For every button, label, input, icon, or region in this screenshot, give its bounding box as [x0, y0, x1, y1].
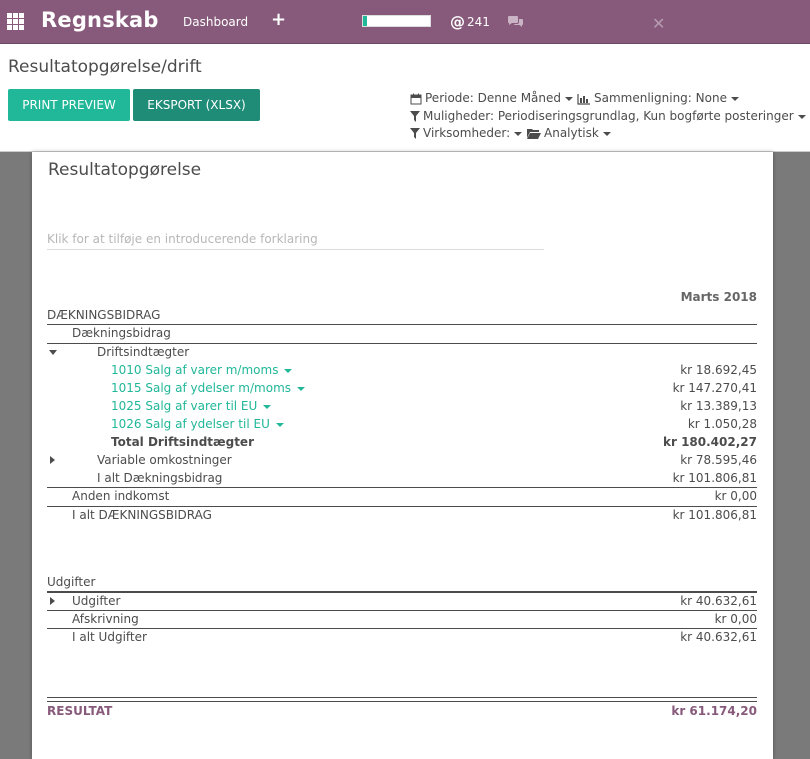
report-line-driftsindtaegter[interactable]: Driftsindtægter	[47, 343, 757, 360]
line-value: kr 0,00	[714, 489, 757, 503]
account-link[interactable]: 1026 Salg af ydelser til EU	[111, 417, 270, 431]
bar-chart-icon	[577, 93, 590, 105]
line-label[interactable]: Udgifter	[72, 594, 120, 608]
virksomheder-label: Virksomheder:	[423, 126, 511, 140]
report-title: Resultatopgørelse	[48, 160, 202, 180]
line-label: I alt DÆKNINGSBIDRAG	[72, 508, 212, 522]
column-header-period: Marts 2018	[680, 290, 757, 304]
filter-icon	[410, 111, 420, 122]
chevron-down-icon[interactable]	[275, 422, 284, 427]
top-navbar: Regnskab Dashboard + @ 241 ✕	[0, 0, 810, 44]
chevron-down-icon[interactable]	[297, 386, 306, 391]
apps-menu-icon[interactable]	[7, 13, 24, 30]
line-value: kr 0,00	[714, 612, 757, 626]
onboarding-progress-bar[interactable]	[362, 15, 431, 27]
app-title[interactable]: Regnskab	[41, 8, 159, 32]
mention-count[interactable]: 241	[467, 15, 490, 29]
analytisk-label: Analytisk	[544, 126, 599, 140]
report-line-resultat: RESULTAT kr 61.174,20	[47, 703, 757, 720]
line-value: kr 13.389,13	[680, 399, 757, 413]
export-xlsx-button[interactable]: EKSPORT (XLSX)	[133, 89, 260, 121]
sammenligning-filter-dropdown[interactable]: Sammenligning: None	[577, 91, 739, 105]
periode-label: Periode: Denne Måned	[425, 91, 562, 105]
line-label: Udgifter	[47, 575, 96, 589]
periode-filter-dropdown[interactable]: Periode: Denne Måned	[410, 91, 574, 105]
chevron-down-icon[interactable]	[263, 404, 272, 409]
expand-caret-icon[interactable]	[50, 597, 55, 605]
chevron-down-icon	[797, 114, 806, 119]
quick-create-plus-icon[interactable]: +	[271, 9, 286, 30]
chevron-down-icon	[602, 131, 611, 136]
close-icon[interactable]: ✕	[652, 14, 665, 33]
report-line-account[interactable]: 1026 Salg af ydelser til EU kr 1.050,28	[47, 416, 757, 433]
report-line-subtotal: I alt Dækningsbidrag kr 101.806,81	[47, 470, 757, 487]
report-line-variable-omkostninger[interactable]: Variable omkostninger kr 78.595,46	[47, 452, 757, 469]
report-line-group: Dækningsbidrag	[47, 324, 757, 341]
report-sheet: Resultatopgørelse Klik for at tilføje en…	[32, 152, 773, 759]
account-link[interactable]: 1025 Salg af varer til EU	[111, 399, 257, 413]
line-value: kr 40.632,61	[680, 630, 757, 644]
line-label: I alt Dækningsbidrag	[97, 471, 223, 485]
report-line-section-header: DÆKNINGSBIDRAG	[47, 307, 757, 324]
collapse-caret-icon[interactable]	[49, 350, 57, 355]
line-label: I alt Udgifter	[72, 630, 147, 644]
chat-bubbles-icon[interactable]	[507, 15, 524, 28]
calendar-icon	[410, 93, 422, 104]
virksomheder-filter-dropdown[interactable]: Virksomheder:	[410, 126, 523, 140]
chevron-down-icon	[730, 96, 739, 101]
line-value: kr 40.632,61	[680, 594, 757, 608]
line-value: kr 78.595,46	[680, 453, 757, 467]
folder-open-icon	[527, 129, 541, 139]
line-value: kr 18.692,45	[680, 363, 757, 377]
line-label: RESULTAT	[47, 704, 113, 718]
chevron-down-icon	[514, 131, 523, 136]
report-line-account[interactable]: 1010 Salg af varer m/moms kr 18.692,45	[47, 362, 757, 379]
control-panel: Resultatopgørelse/drift PRINT PREVIEW EK…	[0, 44, 810, 152]
line-label: DÆKNINGSBIDRAG	[47, 308, 161, 322]
line-value: kr 1.050,28	[687, 417, 757, 431]
report-line-section-total: I alt Udgifter kr 40.632,61	[47, 628, 757, 645]
line-label: Anden indkomst	[72, 489, 170, 503]
print-preview-button[interactable]: PRINT PREVIEW	[8, 89, 130, 121]
expand-caret-icon[interactable]	[50, 456, 55, 464]
account-link[interactable]: 1015 Salg af ydelser m/moms	[111, 381, 291, 395]
muligheder-filter-dropdown[interactable]: Muligheder: Periodiseringsgrundlag, Kun …	[410, 109, 806, 123]
report-line-total: Total Driftsindtægter kr 180.402,27	[47, 434, 757, 451]
line-label: Total Driftsindtægter	[111, 435, 254, 449]
line-value: kr 101.806,81	[672, 508, 757, 522]
account-link[interactable]: 1010 Salg af varer m/moms	[111, 363, 278, 377]
analytisk-filter-dropdown[interactable]: Analytisk	[527, 126, 611, 140]
line-label[interactable]: Variable omkostninger	[97, 453, 232, 467]
line-label: Dækningsbidrag	[72, 326, 171, 340]
report-line-account[interactable]: 1025 Salg af varer til EU kr 13.389,13	[47, 398, 757, 415]
line-value: kr 147.270,41	[672, 381, 757, 395]
result-double-rule	[47, 697, 757, 702]
line-value: kr 61.174,20	[671, 704, 757, 718]
chevron-down-icon	[565, 96, 574, 101]
muligheder-label: Muligheder: Periodiseringsgrundlag, Kun …	[423, 109, 794, 123]
line-value: kr 180.402,27	[663, 435, 757, 449]
at-mention-icon[interactable]: @	[450, 13, 465, 31]
report-line-section-header: Udgifter	[47, 574, 757, 591]
breadcrumb: Resultatopgørelse/drift	[8, 57, 202, 77]
chevron-down-icon[interactable]	[284, 368, 293, 373]
report-line-section-total: I alt DÆKNINGSBIDRAG kr 101.806,81	[47, 506, 757, 523]
line-label: Afskrivning	[72, 612, 139, 626]
sammenligning-label: Sammenligning: None	[594, 91, 727, 105]
nav-dashboard-link[interactable]: Dashboard	[183, 15, 248, 29]
line-value: kr 101.806,81	[672, 471, 757, 485]
line-label[interactable]: Driftsindtægter	[97, 345, 189, 359]
report-intro-field[interactable]: Klik for at tilføje en introducerende fo…	[47, 232, 544, 250]
report-line-afskrivning: Afskrivning kr 0,00	[47, 610, 757, 627]
filter-icon	[410, 128, 420, 139]
progress-fill	[363, 16, 368, 26]
report-line-udgifter[interactable]: Udgifter kr 40.632,61	[47, 591, 757, 608]
report-line-anden-indkomst: Anden indkomst kr 0,00	[47, 487, 757, 504]
report-line-account[interactable]: 1015 Salg af ydelser m/moms kr 147.270,4…	[47, 380, 757, 397]
